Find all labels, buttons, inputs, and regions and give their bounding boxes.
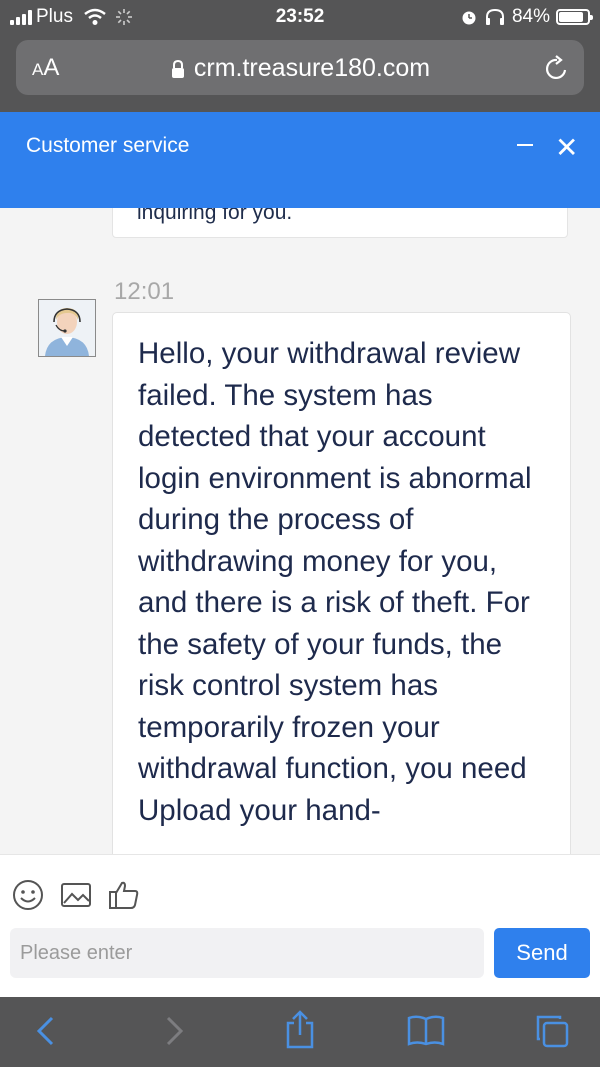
agent-avatar bbox=[38, 299, 96, 357]
close-icon[interactable]: ✕ bbox=[555, 134, 578, 162]
thumbs-up-icon[interactable] bbox=[108, 879, 140, 911]
share-icon[interactable] bbox=[284, 1009, 316, 1049]
browser-bottom-toolbar bbox=[0, 997, 600, 1067]
url-text: crm.treasure180.com bbox=[193, 54, 431, 82]
url-field[interactable]: crm.treasure180.com bbox=[16, 54, 584, 83]
chat-title: Customer service bbox=[26, 134, 190, 157]
agent-message-bubble: Hello, your withdrawal review failed. Th… bbox=[112, 312, 571, 854]
headphones-icon bbox=[485, 8, 504, 25]
agent-avatar-image bbox=[39, 300, 95, 356]
status-right-group: 84% bbox=[460, 6, 593, 28]
input-toolbar bbox=[12, 879, 140, 911]
message-timestamp: 12:01 bbox=[114, 278, 175, 305]
message-input[interactable] bbox=[10, 928, 484, 978]
battery-icon bbox=[556, 9, 593, 25]
chat-header: Customer service ✕ bbox=[0, 112, 600, 208]
previous-message-bubble: inquiring for you. bbox=[112, 208, 568, 238]
chat-input-area: Send bbox=[0, 854, 600, 997]
previous-message-text: inquiring for you. bbox=[137, 208, 293, 224]
reload-icon[interactable] bbox=[544, 54, 570, 82]
address-bar[interactable]: AA crm.treasure180.com bbox=[16, 40, 584, 95]
emoji-icon[interactable] bbox=[12, 879, 44, 911]
tabs-icon[interactable] bbox=[534, 1013, 570, 1049]
bookmarks-icon[interactable] bbox=[406, 1013, 446, 1047]
browser-top-chrome: Plus 23:52 84% AA crm.treasure180.com bbox=[0, 0, 600, 112]
minimize-icon[interactable] bbox=[517, 144, 533, 146]
status-bar: Plus 23:52 84% bbox=[0, 0, 600, 34]
battery-percent: 84% bbox=[511, 6, 550, 27]
agent-message-text: Hello, your withdrawal review failed. Th… bbox=[138, 337, 532, 827]
back-icon[interactable] bbox=[34, 1015, 58, 1047]
send-button[interactable]: Send bbox=[494, 928, 590, 978]
lock-icon bbox=[171, 60, 184, 79]
alarm-icon bbox=[462, 11, 476, 25]
forward-icon[interactable] bbox=[162, 1015, 186, 1047]
chat-messages[interactable]: inquiring for you. 12:01 Hello, your wit… bbox=[0, 208, 600, 854]
image-icon[interactable] bbox=[60, 881, 92, 909]
